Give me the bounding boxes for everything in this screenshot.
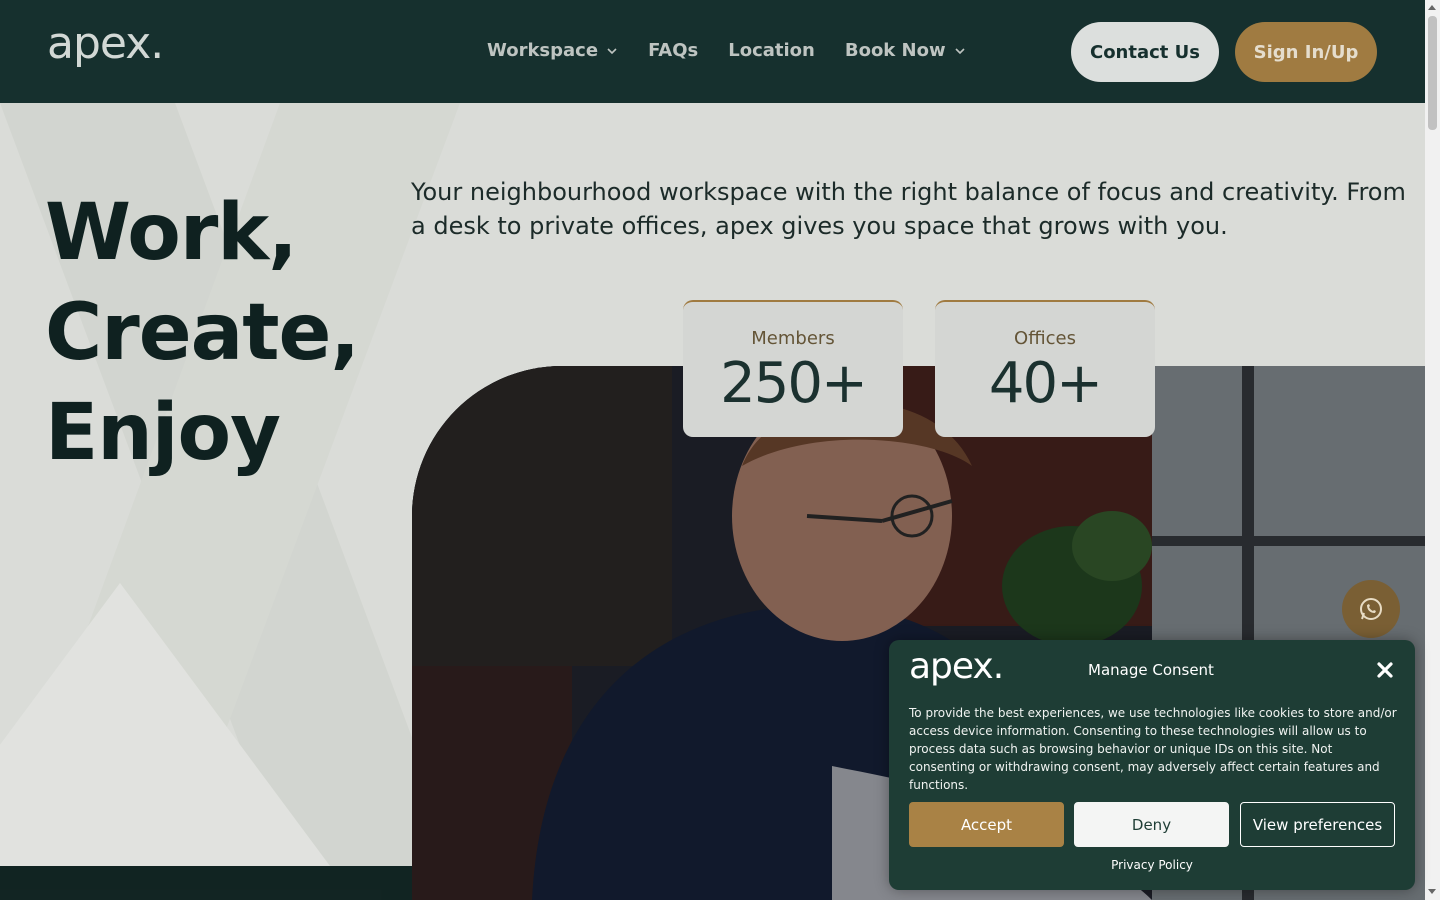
hero-description: Your neighbourhood workspace with the ri… xyxy=(411,178,1406,240)
whatsapp-icon xyxy=(1360,598,1382,620)
main-nav: Workspace FAQs Location Book Now xyxy=(487,40,966,61)
sign-in-button[interactable]: Sign In/Up xyxy=(1235,22,1377,82)
nav-item-workspace[interactable]: Workspace xyxy=(487,40,618,61)
stat-value: 250+ xyxy=(720,351,868,416)
stat-card-offices: Offices 40+ xyxy=(935,300,1155,437)
logo[interactable]: apex. xyxy=(47,18,164,69)
nav-item-location[interactable]: Location xyxy=(728,40,815,61)
nav-item-book-now[interactable]: Book Now xyxy=(845,40,966,61)
deny-button[interactable]: Deny xyxy=(1074,802,1229,847)
scroll-down-arrow-icon[interactable] xyxy=(1428,889,1436,894)
site-header: apex. Workspace FAQs Location Book Now C… xyxy=(0,0,1425,103)
consent-body: To provide the best experiences, we use … xyxy=(909,706,1397,792)
page-scrollbar[interactable] xyxy=(1425,0,1440,900)
whatsapp-button[interactable] xyxy=(1342,580,1400,638)
hero-title: Work, Create, Enjoy xyxy=(45,183,360,483)
stat-value: 40+ xyxy=(988,351,1103,416)
hero-title-line: Enjoy xyxy=(45,388,281,478)
chevron-down-icon xyxy=(955,47,965,54)
chevron-down-icon xyxy=(607,47,617,54)
accept-button[interactable]: Accept xyxy=(909,802,1064,847)
nav-item-faqs[interactable]: FAQs xyxy=(648,40,698,61)
nav-item-label: Book Now xyxy=(844,40,946,61)
consent-logo: apex. xyxy=(909,646,1004,687)
scroll-up-arrow-icon[interactable] xyxy=(1428,5,1436,10)
cookie-consent-dialog: apex. Manage Consent To provide the best… xyxy=(889,640,1415,890)
contact-us-button[interactable]: Contact Us xyxy=(1071,22,1219,82)
view-preferences-button[interactable]: View preferences xyxy=(1240,802,1395,847)
consent-title: Manage Consent xyxy=(1088,661,1214,679)
stat-label: Offices xyxy=(1014,328,1076,349)
nav-item-label: Location xyxy=(728,40,815,61)
nav-item-label: FAQs xyxy=(648,40,699,61)
stat-label: Members xyxy=(751,328,835,349)
nav-item-label: Workspace xyxy=(487,40,599,61)
hero-title-line: Create, xyxy=(45,288,360,378)
close-icon[interactable] xyxy=(1374,659,1396,681)
privacy-policy-link[interactable]: Privacy Policy xyxy=(889,858,1415,872)
stat-card-members: Members 250+ xyxy=(683,300,903,437)
scrollbar-thumb[interactable] xyxy=(1428,16,1437,130)
hero-title-line: Work, xyxy=(45,188,298,278)
section-footer-band xyxy=(0,866,412,900)
